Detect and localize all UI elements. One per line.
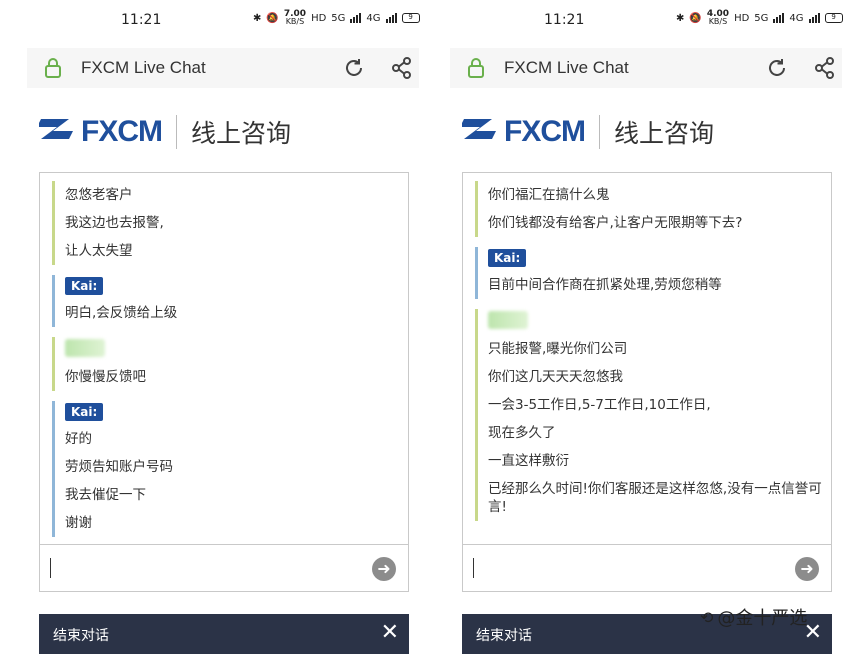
message-line: 我去催促一下 [65, 487, 146, 503]
customer-message-group: 忽悠老客户我这边也去报警, 让人太失望 [52, 181, 400, 265]
message-line: 你们钱都没有给客户,让客户无限期等下去? [488, 215, 743, 231]
fxcm-logo-icon [37, 115, 75, 149]
message-list: 你们福汇在搞什么鬼你们钱都没有给客户,让客户无限期等下去? Kai: 目前中间合作商… [475, 181, 823, 531]
agent-message-group: Kai: 目前中间合作商在抓紧处理,劳烦您稍等 [475, 247, 823, 299]
end-chat-bar[interactable]: 结束对话 ✕ [39, 614, 409, 654]
page-title: FXCM Live Chat [81, 58, 206, 77]
brand-header: FXCM 线上咨询 [37, 112, 292, 152]
left-phone-screen: 11:21 ✱ 🔕 7.00 KB/S HD 5G 4G 9 FXCM Live … [27, 0, 420, 654]
message-line: 现在多久了 [488, 425, 556, 441]
message-line: 你们这几天天天忽悠我 [488, 369, 623, 385]
customer-message-group: 你慢慢反馈吧 [52, 337, 400, 391]
chat-transcript: 忽悠老客户我这边也去报警, 让人太失望 Kai: 明白,会反馈给上级 你慢慢反馈吧 Kai… [39, 172, 409, 544]
message-line: 好的 [65, 431, 92, 447]
message-input[interactable]: ➜ [39, 544, 409, 592]
agent-name-tag: Kai: [65, 403, 104, 421]
mute-icon: 🔕 [689, 12, 702, 24]
fxcm-logo-icon [460, 115, 498, 149]
watermark-icon: ⟲ [700, 607, 714, 627]
agent-message-group: Kai: 好的劳烦告知账户号码 我去催促一下 谢谢 [52, 401, 400, 537]
message-line: 一直这样敷衍 [488, 453, 569, 469]
message-line: 谢谢 [65, 515, 92, 531]
end-chat-label: 结束对话 [476, 628, 532, 644]
message-line: 我这边也去报警, [65, 215, 164, 231]
redacted-customer-name [488, 311, 528, 329]
right-phone-screen: 11:21 ✱ 🔕 4.00 KB/S HD 5G 4G 9 FXCM Live … [450, 0, 843, 654]
browser-toolbar: FXCM Live Chat [27, 48, 419, 88]
hd-label: HD [734, 12, 750, 24]
message-line: 你慢慢反馈吧 [65, 369, 146, 385]
status-time: 11:21 [121, 12, 162, 28]
chat-transcript: 你们福汇在搞什么鬼你们钱都没有给客户,让客户无限期等下去? Kai: 目前中间合作商… [462, 172, 832, 544]
message-line: 忽悠老客户 [65, 187, 133, 203]
status-icons: ✱ 🔕 4.00 KB/S HD 5G 4G 9 [676, 10, 843, 26]
message-line: 只能报警,曝光你们公司 [488, 341, 628, 357]
message-line: 目前中间合作商在抓紧处理,劳烦您稍等 [488, 277, 722, 293]
lock-icon [44, 58, 62, 82]
refresh-icon[interactable] [343, 57, 365, 83]
agent-name-tag: Kai: [65, 277, 104, 295]
signal-icon [808, 13, 820, 23]
net2-label: 4G [789, 12, 804, 24]
net2-label: 4G [366, 12, 381, 24]
status-time: 11:21 [544, 12, 585, 28]
message-line: 你们福汇在搞什么鬼 [488, 187, 610, 203]
bluetooth-icon: ✱ [253, 12, 262, 24]
share-icon[interactable] [391, 56, 413, 84]
customer-message-group: 你们福汇在搞什么鬼你们钱都没有给客户,让客户无限期等下去? [475, 181, 823, 237]
message-list: 忽悠老客户我这边也去报警, 让人太失望 Kai: 明白,会反馈给上级 你慢慢反馈吧 Kai… [52, 181, 400, 544]
signal-icon [385, 13, 397, 23]
text-caret [473, 558, 474, 578]
share-icon[interactable] [814, 56, 836, 84]
battery-icon: 9 [824, 13, 843, 23]
brand-subtitle: 线上咨询 [191, 119, 292, 148]
refresh-icon[interactable] [766, 57, 788, 83]
end-chat-label: 结束对话 [53, 628, 109, 644]
network-speed: 4.00 KB/S [706, 9, 730, 26]
brand-logo: FXCM [504, 115, 586, 148]
lock-icon [467, 58, 485, 82]
signal-icon [350, 13, 362, 23]
net1-label: 5G [331, 12, 346, 24]
brand-subtitle: 线上咨询 [614, 119, 715, 148]
send-arrow-icon[interactable]: ➜ [372, 557, 396, 581]
bluetooth-icon: ✱ [676, 12, 685, 24]
message-line: 已经那么久时间!你们客服还是这样忽悠,没有一点信誉可言! [488, 481, 822, 515]
message-line: 劳烦告知账户号码 [65, 459, 173, 475]
agent-message-group: Kai: 明白,会反馈给上级 [52, 275, 400, 327]
source-watermark: ⟲ @金十严选 [700, 604, 807, 630]
page-title: FXCM Live Chat [504, 58, 629, 77]
status-bar: 11:21 ✱ 🔕 4.00 KB/S HD 5G 4G 9 [450, 8, 843, 34]
network-speed: 7.00 KB/S [283, 9, 307, 26]
signal-icon [773, 13, 785, 23]
brand-header: FXCM 线上咨询 [460, 112, 715, 152]
status-icons: ✱ 🔕 7.00 KB/S HD 5G 4G 9 [253, 10, 420, 26]
hd-label: HD [311, 12, 327, 24]
message-input[interactable]: ➜ [462, 544, 832, 592]
message-line: 让人太失望 [65, 243, 133, 259]
mute-icon: 🔕 [266, 12, 279, 24]
battery-icon: 9 [401, 13, 420, 23]
send-arrow-icon[interactable]: ➜ [795, 557, 819, 581]
status-bar: 11:21 ✱ 🔕 7.00 KB/S HD 5G 4G 9 [27, 8, 420, 34]
browser-toolbar: FXCM Live Chat [450, 48, 842, 88]
brand-logo: FXCM [81, 115, 163, 148]
text-caret [50, 558, 51, 578]
net1-label: 5G [754, 12, 769, 24]
redacted-customer-name [65, 339, 105, 357]
message-line: 明白,会反馈给上级 [65, 305, 178, 321]
agent-name-tag: Kai: [488, 249, 527, 267]
brand-divider [176, 115, 177, 149]
watermark-text: @金十严选 [717, 608, 808, 629]
close-icon[interactable]: ✕ [381, 620, 399, 646]
brand-divider [599, 115, 600, 149]
message-line: 一会3-5工作日,5-7工作日,10工作日, [488, 397, 711, 413]
customer-message-group: 只能报警,曝光你们公司 你们这几天天天忽悠我一会3-5工作日,5-7工作日,10工… [475, 309, 823, 521]
